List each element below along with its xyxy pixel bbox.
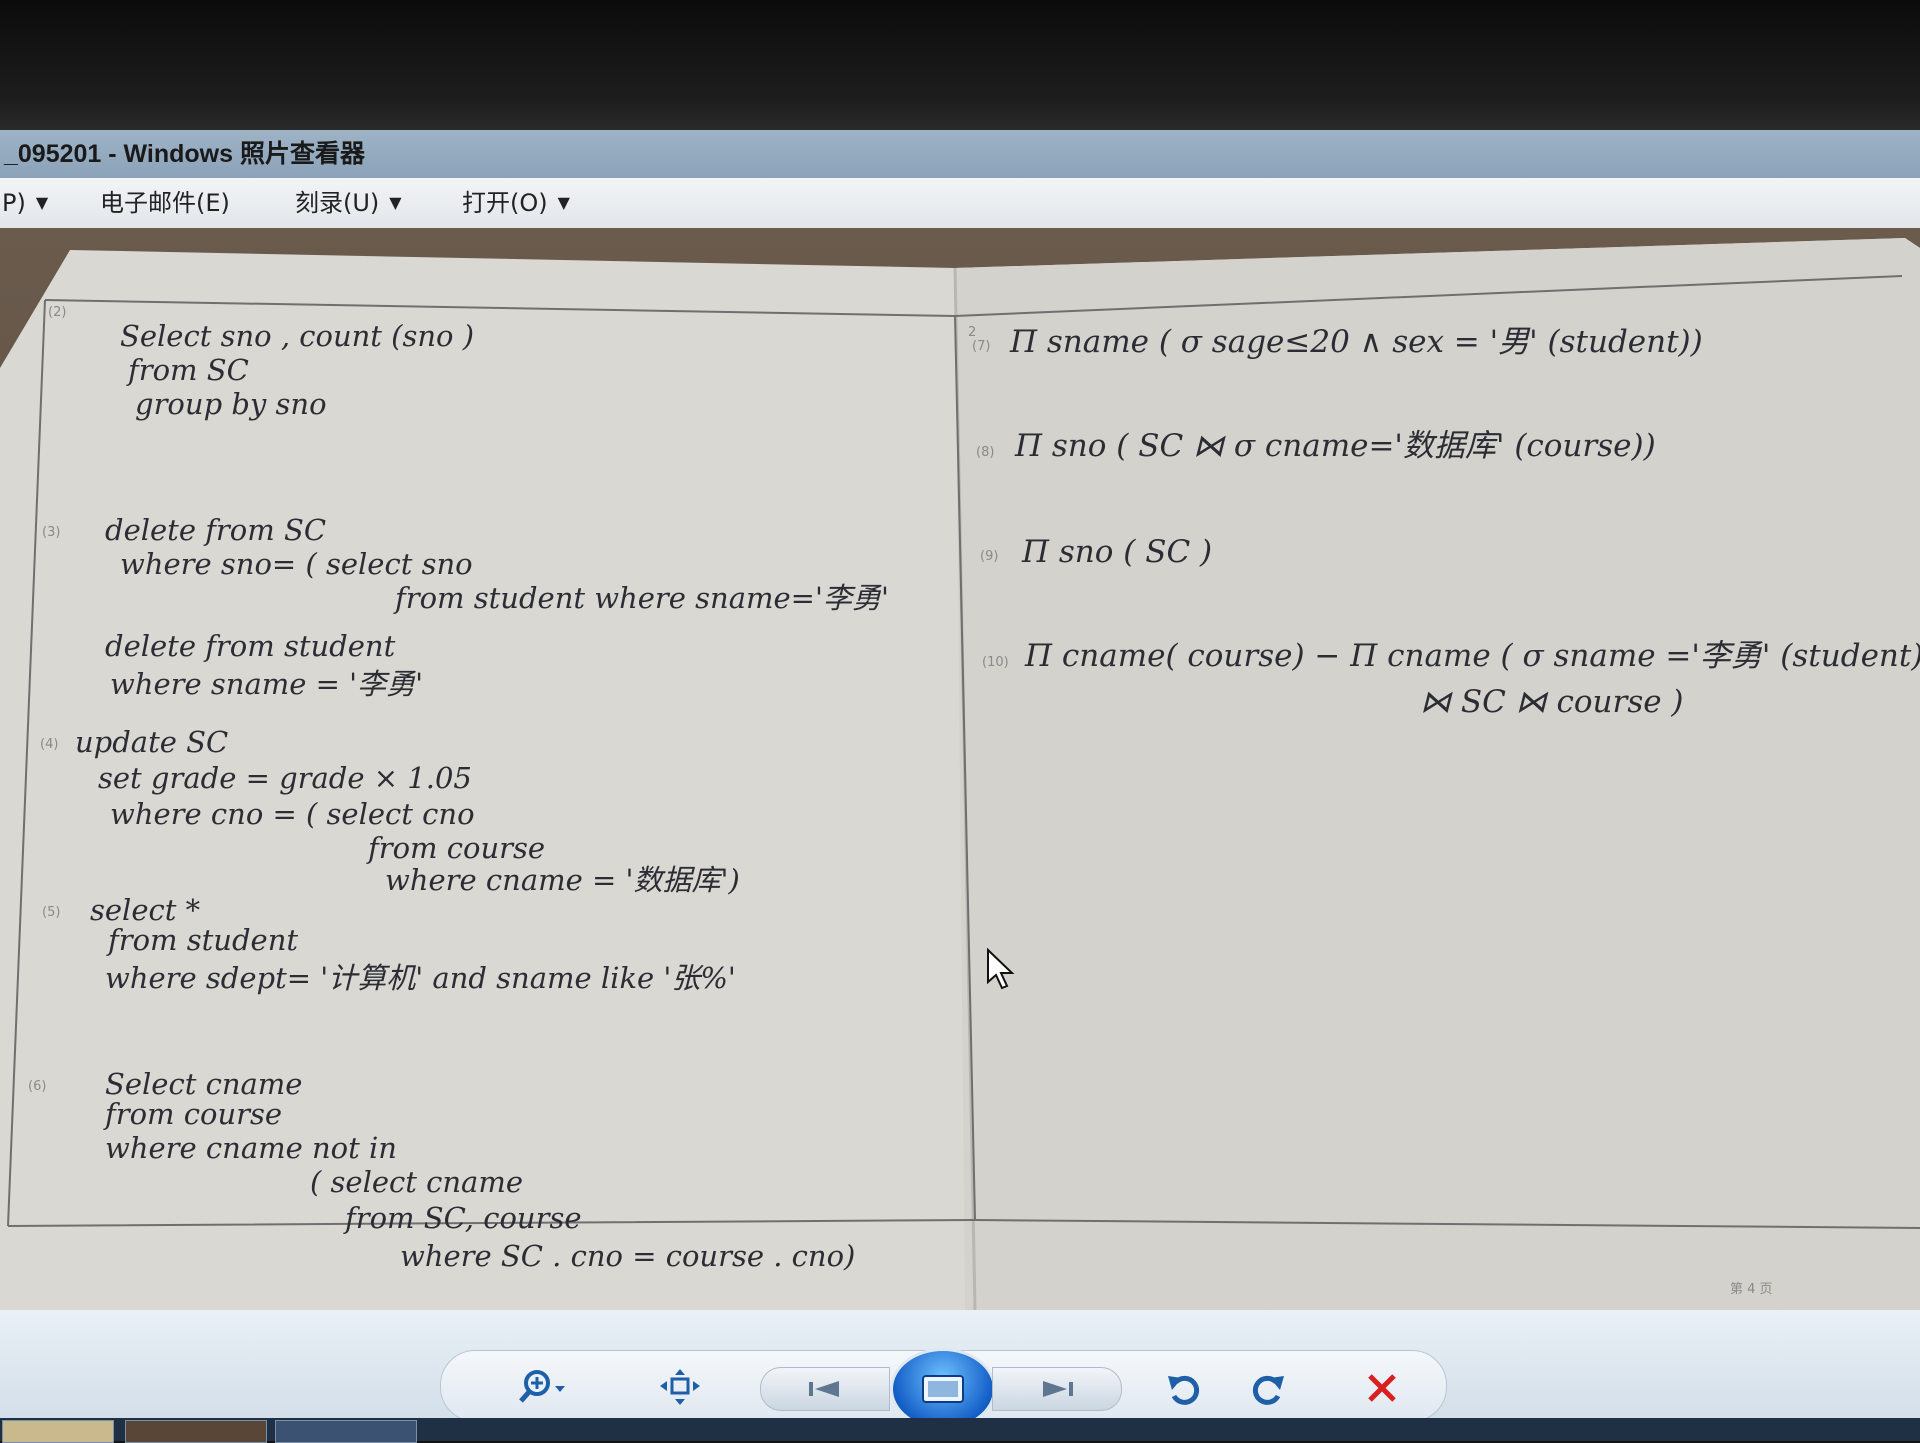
left-handwritten-line: group by sno bbox=[135, 387, 327, 421]
left-handwritten-line: from course bbox=[103, 1097, 282, 1131]
menu-email-label: 电子邮件(E) bbox=[100, 189, 230, 217]
delete-icon bbox=[1368, 1374, 1396, 1402]
left-handwritten-line: from SC bbox=[126, 353, 249, 387]
menu-bar: P) ▼ 电子邮件(E) 刻录(U) ▼ 打开(O) ▼ bbox=[0, 178, 1920, 229]
fit-to-window-icon bbox=[660, 1369, 700, 1405]
menu-print-label: P) bbox=[2, 189, 26, 217]
window-title-bar: _095201 - Windows 照片查看器 bbox=[0, 130, 1920, 178]
left-handwritten-line: update SC bbox=[75, 725, 228, 759]
zoom-button[interactable] bbox=[505, 1362, 585, 1412]
menu-email[interactable]: 电子邮件(E) bbox=[100, 186, 230, 220]
delete-button[interactable] bbox=[1356, 1362, 1408, 1414]
menu-burn[interactable]: 刻录(U) ▼ bbox=[295, 186, 402, 220]
left-handwritten-line: Select sno , count (sno ) bbox=[120, 319, 474, 353]
left-handwritten-line: where sno= ( select sno bbox=[120, 547, 473, 581]
menu-print[interactable]: P) ▼ bbox=[2, 186, 48, 220]
left-handwritten-line: delete from SC bbox=[105, 513, 326, 547]
right-question-number: (10) bbox=[982, 655, 1009, 670]
left-handwritten-line: Select cname bbox=[105, 1067, 302, 1101]
rotate-right-icon bbox=[1252, 1375, 1284, 1405]
left-handwritten-line: where sname = '李勇' bbox=[110, 667, 423, 701]
left-handwritten-line: from SC, course bbox=[343, 1201, 582, 1235]
taskbar bbox=[0, 1418, 1920, 1443]
right-page-marker: 2 bbox=[968, 325, 976, 340]
left-handwritten-line: from student where sname='李勇' bbox=[393, 581, 889, 615]
left-question-number: (2) bbox=[48, 305, 66, 320]
menu-burn-label: 刻录(U) bbox=[295, 189, 380, 217]
left-handwritten-line: set grade = grade × 1.05 bbox=[98, 761, 472, 795]
window-title: _095201 - Windows 照片查看器 bbox=[4, 140, 365, 168]
right-handwritten-line: Π cname( course) − Π cname ( σ sname ='李… bbox=[1024, 638, 1920, 674]
left-question-number: (4) bbox=[40, 737, 58, 752]
left-handwritten-line: from student bbox=[106, 923, 298, 957]
menu-open[interactable]: 打开(O) ▼ bbox=[462, 186, 570, 220]
left-handwritten-line: from course bbox=[366, 831, 545, 865]
right-handwritten-line: Π sname ( σ sage≤20 ∧ sex = '男' (student… bbox=[1009, 324, 1703, 360]
left-handwritten-line: where cname not in bbox=[105, 1131, 397, 1165]
rotate-right-button[interactable] bbox=[1242, 1362, 1294, 1414]
right-handwritten-line: Π sno ( SC ⋈ σ cname='数据库' (course)) bbox=[1014, 428, 1656, 464]
taskbar-thumbnail[interactable] bbox=[125, 1420, 267, 1443]
photo-of-notebook: (2) Select sno , count (sno )from SCgroup… bbox=[0, 238, 1920, 1310]
left-handwritten-line: where cname = '数据库') bbox=[385, 863, 740, 897]
left-handwritten-line: where sdept= '计算机' and sname like '张%' bbox=[105, 961, 736, 995]
previous-icon bbox=[809, 1381, 839, 1397]
next-icon bbox=[1043, 1381, 1073, 1397]
menu-open-label: 打开(O) bbox=[462, 189, 548, 217]
next-button[interactable] bbox=[992, 1367, 1122, 1411]
left-handwritten-line: select * bbox=[90, 893, 201, 927]
zoom-icon bbox=[519, 1370, 565, 1403]
photo-viewer-area: (2) Select sno , count (sno ) from SC group… bbox=[0, 228, 1920, 1310]
left-handwritten-line: where SC . cno = course . cno) bbox=[400, 1239, 855, 1273]
right-question-number: (8) bbox=[976, 445, 994, 460]
previous-button[interactable] bbox=[760, 1367, 890, 1411]
right-handwritten-line: ⋈ SC ⋈ course ) bbox=[1420, 684, 1684, 720]
slideshow-icon bbox=[922, 1375, 964, 1403]
chevron-down-icon: ▼ bbox=[389, 193, 402, 212]
chevron-down-icon: ▼ bbox=[557, 193, 570, 212]
left-handwritten-line: where cno = ( select cno bbox=[110, 797, 475, 831]
rotate-left-icon bbox=[1168, 1375, 1200, 1405]
right-question-number: (9) bbox=[980, 549, 998, 564]
fit-to-window-button[interactable] bbox=[650, 1362, 710, 1412]
chevron-down-icon: ▼ bbox=[35, 193, 49, 212]
monitor-bezel bbox=[0, 0, 1920, 130]
left-question-number: (3) bbox=[42, 525, 60, 540]
right-question-number: (7) bbox=[972, 339, 990, 354]
taskbar-thumbnail[interactable] bbox=[275, 1420, 417, 1443]
right-page bbox=[955, 238, 1920, 1310]
left-question-number: (5) bbox=[42, 905, 60, 920]
taskbar-thumbnail[interactable] bbox=[2, 1420, 114, 1443]
left-question-number: (6) bbox=[28, 1079, 46, 1094]
left-handwritten-line: ( select cname bbox=[310, 1165, 523, 1199]
page-footer: 第 4 页 bbox=[1730, 1282, 1773, 1297]
right-handwritten-line: Π sno ( SC ) bbox=[1021, 534, 1212, 570]
left-handwritten-line: delete from student bbox=[105, 629, 396, 663]
rotate-left-button[interactable] bbox=[1158, 1362, 1210, 1414]
